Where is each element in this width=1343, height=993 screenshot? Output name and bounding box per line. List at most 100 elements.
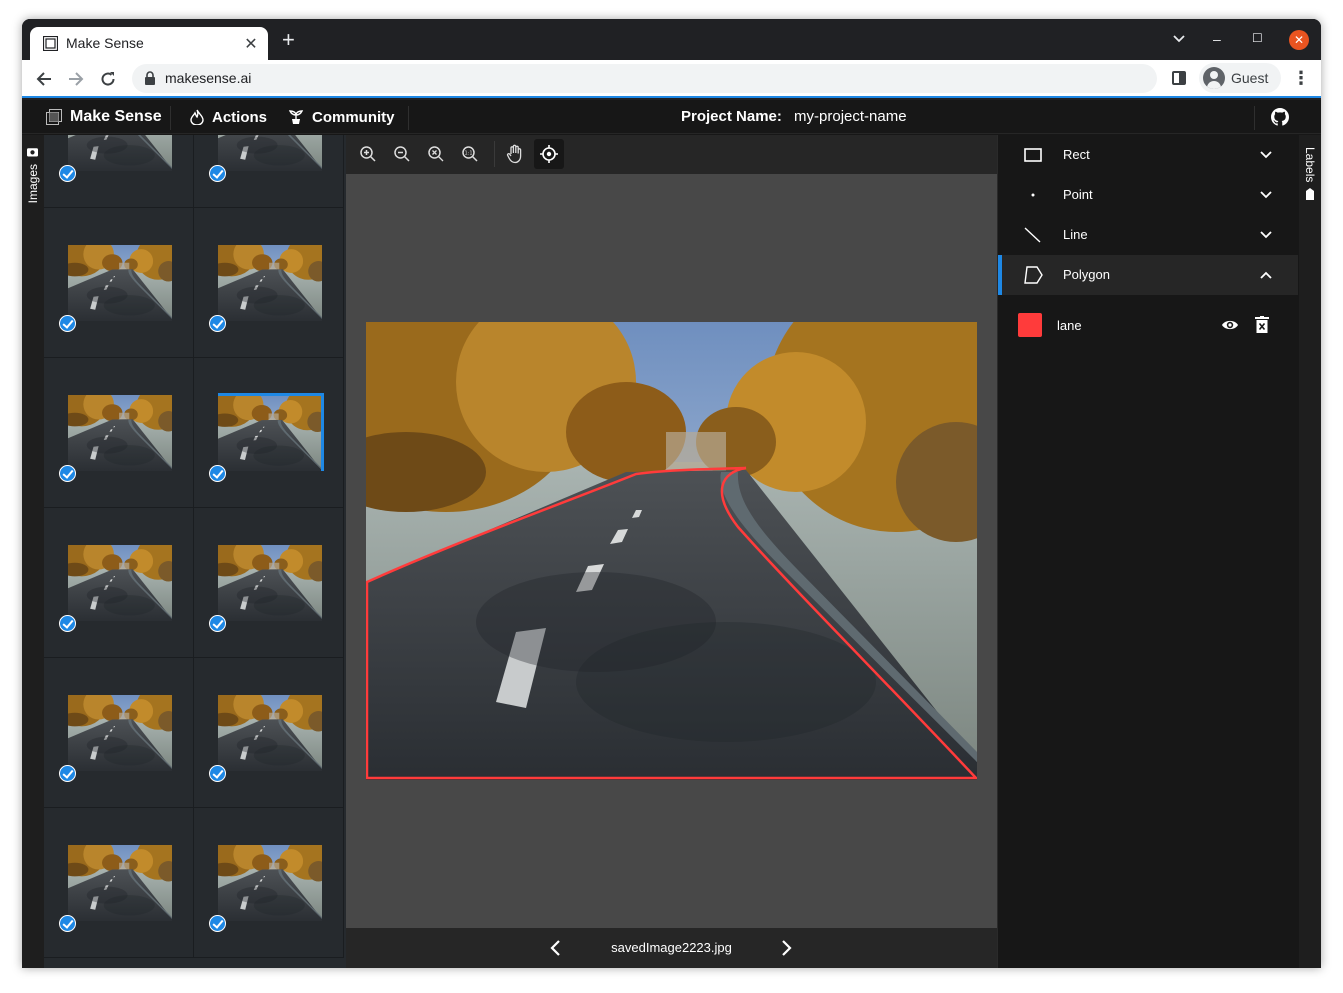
- annotated-check-icon: [209, 465, 226, 482]
- tab-close-icon[interactable]: ✕: [242, 34, 260, 54]
- new-tab-button[interactable]: +: [282, 29, 295, 51]
- image-thumbnail-list[interactable]: [44, 135, 346, 968]
- tool-row-point[interactable]: Point: [998, 175, 1298, 215]
- thumbnail-image: [68, 695, 172, 771]
- browser-window: Make Sense ✕ + – ☐ ✕ makesense.ai Guest …: [22, 19, 1321, 968]
- image-thumbnail[interactable]: [44, 358, 194, 508]
- images-side-tab[interactable]: Images: [22, 135, 44, 968]
- label-row-lane[interactable]: lane: [1018, 313, 1280, 337]
- next-image-chevron-icon[interactable]: [776, 937, 796, 959]
- polygon-icon: [1024, 266, 1043, 284]
- label-color-swatch[interactable]: [1018, 313, 1042, 337]
- chevron-down-icon[interactable]: [1258, 147, 1274, 163]
- image-thumbnail[interactable]: [44, 808, 194, 958]
- address-bar[interactable]: makesense.ai: [132, 64, 1157, 93]
- tool-row-polygon[interactable]: Polygon: [998, 255, 1298, 295]
- zoom-one-to-one-icon: 1:1: [462, 146, 478, 162]
- tool-rect-label: Rect: [1063, 147, 1090, 162]
- nav-actions[interactable]: Actions: [190, 107, 267, 127]
- thumbnail-image: [68, 395, 172, 471]
- zoom-out-button[interactable]: [387, 139, 417, 169]
- annotated-check-icon: [209, 315, 226, 332]
- delete-icon[interactable]: [1255, 316, 1269, 333]
- tool-row-line[interactable]: Line: [998, 215, 1298, 255]
- nav-divider: [408, 106, 409, 130]
- point-icon: [1031, 193, 1035, 197]
- labels-side-tab[interactable]: Labels: [1299, 135, 1321, 968]
- thumbnail-image: [218, 135, 322, 171]
- hand-icon: [506, 144, 522, 164]
- image-thumbnail[interactable]: [194, 208, 344, 358]
- editor-area: 1:1 savedImage2223.jpg: [346, 135, 997, 968]
- image-thumbnail[interactable]: [44, 208, 194, 358]
- tool-polygon-label: Polygon: [1063, 267, 1110, 282]
- label-toolbox: Rect Point Line Polygon lane: [997, 135, 1299, 968]
- labels-tab-label: Labels: [1303, 147, 1317, 183]
- chevron-down-icon[interactable]: [1258, 187, 1274, 203]
- brand[interactable]: Make Sense: [46, 107, 162, 127]
- images-tab-label: Images: [26, 164, 40, 204]
- image-thumbnail[interactable]: [194, 808, 344, 958]
- zoom-fit-button[interactable]: [421, 139, 451, 169]
- thumbnail-image: [218, 545, 322, 621]
- minimize-button[interactable]: –: [1213, 31, 1221, 47]
- nav-community-label: Community: [312, 108, 395, 126]
- image-thumbnail[interactable]: [194, 358, 344, 508]
- thumbnail-image: [68, 135, 172, 171]
- eye-icon[interactable]: [1221, 317, 1239, 333]
- profile-button[interactable]: Guest: [1199, 63, 1281, 93]
- maximize-button[interactable]: ☐: [1252, 31, 1263, 45]
- image-thumbnail[interactable]: [194, 135, 344, 208]
- editor-toolbar: 1:1: [346, 135, 997, 174]
- thumbnail-image: [218, 393, 324, 471]
- thumbnail-image: [68, 845, 172, 921]
- image-thumbnail[interactable]: [44, 508, 194, 658]
- app-top-nav: Make Sense Actions Community Project Nam…: [22, 100, 1321, 134]
- camera-icon: [27, 147, 39, 157]
- zoom-actual-size-button[interactable]: 1:1: [455, 139, 485, 169]
- tool-line-label: Line: [1063, 227, 1088, 242]
- browser-tab[interactable]: Make Sense ✕: [30, 27, 268, 60]
- chevron-down-icon[interactable]: [1258, 227, 1274, 243]
- pan-tool-button[interactable]: [500, 139, 530, 169]
- nav-actions-label: Actions: [212, 108, 268, 126]
- zoom-in-button[interactable]: [353, 139, 383, 169]
- project-name-field[interactable]: Project Name: my-project-name: [681, 108, 907, 125]
- plant-icon: [288, 110, 304, 124]
- side-panel-icon[interactable]: [1172, 71, 1186, 85]
- chevron-up-icon[interactable]: [1258, 267, 1274, 283]
- annotated-check-icon: [59, 315, 76, 332]
- svg-text:1:1: 1:1: [464, 151, 472, 157]
- reload-icon[interactable]: [100, 71, 116, 87]
- labels-tab-content: Labels: [1301, 147, 1319, 201]
- nav-divider: [1254, 106, 1255, 130]
- nav-divider: [170, 106, 171, 130]
- rect-icon: [1024, 148, 1042, 162]
- url-text: makesense.ai: [165, 70, 252, 86]
- browser-toolbar: makesense.ai Guest ⋮: [22, 60, 1321, 98]
- annotation-canvas[interactable]: [366, 322, 977, 780]
- browser-menu-icon[interactable]: ⋮: [1292, 69, 1310, 87]
- nav-community[interactable]: Community: [288, 107, 395, 127]
- label-name: lane: [1057, 318, 1082, 333]
- thumbnail-image: [68, 245, 172, 321]
- forward-arrow-icon[interactable]: [68, 71, 84, 87]
- tab-search-chevron-icon[interactable]: [1173, 35, 1185, 43]
- image-thumbnail[interactable]: [194, 658, 344, 808]
- thumbnail-image: [218, 695, 322, 771]
- back-arrow-icon[interactable]: [36, 71, 52, 87]
- lock-icon: [145, 71, 155, 85]
- image-thumbnail[interactable]: [194, 508, 344, 658]
- crosshair-tool-button[interactable]: [534, 139, 564, 169]
- github-icon[interactable]: [1271, 108, 1289, 126]
- close-window-button[interactable]: ✕: [1289, 30, 1309, 50]
- image-thumbnail[interactable]: [44, 135, 194, 208]
- image-thumbnail[interactable]: [44, 658, 194, 808]
- makesense-app: Make Sense Actions Community Project Nam…: [22, 100, 1321, 968]
- tool-row-rect[interactable]: Rect: [998, 135, 1298, 175]
- flame-icon: [190, 109, 204, 125]
- zoom-fit-icon: [428, 146, 444, 162]
- thumbnail-image: [68, 545, 172, 621]
- annotated-check-icon: [209, 615, 226, 632]
- current-filename: savedImage2223.jpg: [611, 940, 732, 955]
